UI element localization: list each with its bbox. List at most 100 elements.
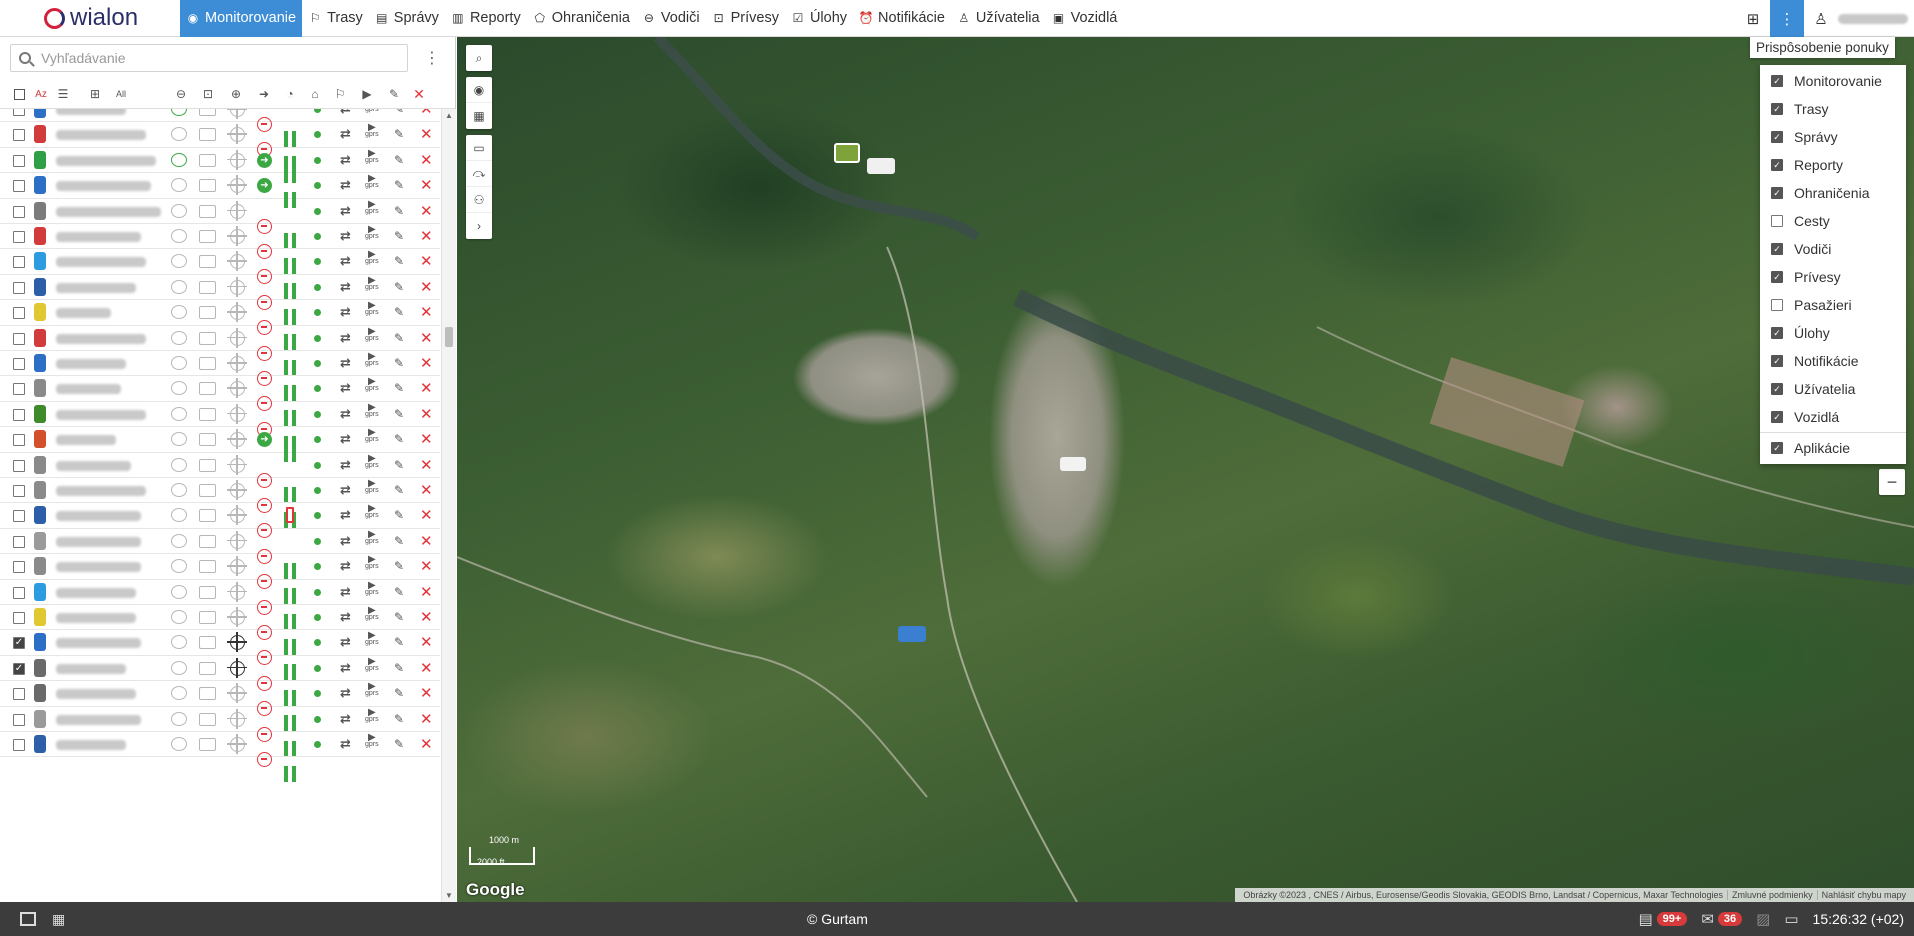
- unit-row[interactable]: ⇄ ▶gprs ✎ ✕: [0, 351, 440, 401]
- checkbox-checked[interactable]: ✓: [1771, 355, 1783, 367]
- customize-item[interactable]: Cesty: [1760, 207, 1906, 235]
- sensors-icon[interactable]: ⇄: [340, 685, 351, 701]
- map-search-icon[interactable]: ⌕: [466, 45, 492, 71]
- unit-row[interactable]: ⇄ ▶gprs ✎ ✕: [0, 326, 440, 376]
- command-arrow-icon[interactable]: ➜: [257, 152, 272, 168]
- unit-name-blurred[interactable]: [56, 181, 151, 192]
- nav-item-globe[interactable]: ◉ Monitorovanie: [180, 0, 303, 37]
- driver-icon[interactable]: [171, 406, 187, 421]
- unit-row[interactable]: ⇄ ▶gprs ✎ ✕: [0, 453, 440, 503]
- wrench-icon[interactable]: ✎: [394, 280, 404, 294]
- trailer-icon[interactable]: [199, 509, 216, 523]
- unit-row[interactable]: ➜ ⇄ ▶ gprs ✎ ✕: [0, 427, 440, 463]
- customize-item[interactable]: ✓ Ohraničenia: [1760, 179, 1906, 207]
- gprs-icon[interactable]: ▶gprs: [365, 580, 379, 596]
- unit-checkbox[interactable]: [13, 637, 25, 650]
- delete-unit-icon[interactable]: ✕: [420, 506, 433, 524]
- delete-unit-icon[interactable]: ✕: [420, 735, 433, 753]
- image-icon[interactable]: ▨: [1756, 910, 1770, 928]
- gprs-icon[interactable]: ▶gprs: [365, 148, 379, 164]
- delete-unit-icon[interactable]: ✕: [420, 608, 433, 626]
- locate-unit-icon[interactable]: [227, 505, 247, 526]
- unit-checkbox[interactable]: [13, 739, 25, 751]
- sensors-icon[interactable]: ⇄: [340, 330, 351, 346]
- unit-row[interactable]: ⇄ ▶gprs ✎ ✕: [0, 300, 440, 351]
- trailer-icon[interactable]: [199, 611, 216, 624]
- locate-unit-icon[interactable]: [227, 530, 247, 551]
- unit-row[interactable]: ⇄ ▶gprs ✎ ✕: [0, 707, 440, 757]
- unit-name-blurred[interactable]: [56, 689, 136, 700]
- driver-icon[interactable]: [171, 109, 187, 116]
- locate-unit-icon[interactable]: [227, 480, 247, 500]
- unit-name-blurred[interactable]: [56, 282, 136, 293]
- unit-name-blurred[interactable]: [56, 486, 146, 496]
- nav-item-report-chart[interactable]: ▥ Reporty: [445, 0, 527, 37]
- trailer-icon[interactable]: [199, 382, 216, 396]
- sensors-icon[interactable]: ⇄: [340, 279, 351, 295]
- driver-icon[interactable]: [171, 178, 187, 193]
- driver-icon[interactable]: [171, 254, 187, 269]
- ruler-icon[interactable]: ▭: [466, 135, 492, 161]
- user-button[interactable]: ♙: [1804, 0, 1838, 37]
- unit-checkbox[interactable]: [13, 205, 25, 218]
- gprs-icon[interactable]: ▶gprs: [365, 326, 379, 342]
- customize-item[interactable]: ✓ Reporty: [1760, 151, 1906, 179]
- wrench-icon[interactable]: ✎: [394, 661, 404, 675]
- delete-unit-icon[interactable]: ✕: [420, 176, 433, 194]
- trailer-icon[interactable]: [199, 331, 216, 345]
- unit-checkbox[interactable]: [13, 612, 25, 624]
- checkbox-checked[interactable]: ✓: [1771, 442, 1783, 454]
- checkbox-checked[interactable]: ✓: [1771, 75, 1783, 87]
- delete-unit-icon[interactable]: ✕: [420, 354, 433, 372]
- unit-checkbox[interactable]: [13, 510, 25, 523]
- delete-unit-icon[interactable]: ✕: [420, 659, 433, 677]
- wrench-icon[interactable]: ✎: [394, 508, 404, 522]
- unit-name-blurred[interactable]: [56, 130, 146, 141]
- unit-name-blurred[interactable]: [56, 384, 121, 395]
- checkbox-checked[interactable]: ✓: [1771, 411, 1783, 423]
- wrench-icon[interactable]: ✎: [394, 559, 404, 573]
- unit-name-blurred[interactable]: [56, 109, 126, 115]
- delete-unit-icon[interactable]: ✕: [420, 710, 433, 728]
- wrench-icon[interactable]: ✎: [394, 686, 404, 700]
- gprs-icon[interactable]: ▶gprs: [365, 377, 379, 393]
- locate-unit-icon[interactable]: [227, 302, 247, 323]
- sensors-icon[interactable]: ⇄: [340, 736, 351, 752]
- trailer-icon[interactable]: [199, 179, 216, 193]
- unit-row[interactable]: ⇄ ▶gprs ✎ ✕: [0, 529, 440, 579]
- unit-checkbox[interactable]: [13, 434, 25, 447]
- driver-icon[interactable]: [171, 584, 187, 599]
- customize-item[interactable]: ✓ Monitorovanie: [1760, 67, 1906, 95]
- unit-row[interactable]: ➜ ⇄ ▶ gprs ✎ ✕: [0, 173, 440, 209]
- trailer-icon[interactable]: [199, 687, 216, 701]
- locate-unit-icon[interactable]: [227, 581, 247, 602]
- wialon-logo[interactable]: wialon: [0, 0, 180, 37]
- sensors-icon[interactable]: ⇄: [340, 380, 351, 396]
- delete-column-icon[interactable]: ✕: [410, 86, 428, 102]
- wrench-icon[interactable]: ✎: [394, 483, 404, 497]
- wrench-icon[interactable]: ✎: [394, 381, 404, 395]
- report-error-link[interactable]: Nahlásiť chybu mapy: [1816, 890, 1910, 900]
- driver-icon[interactable]: [171, 203, 187, 218]
- unit-row[interactable]: ⇄ ▶gprs ✎ ✕: [0, 554, 440, 605]
- vehicle-marker-truck-green[interactable]: [834, 143, 860, 163]
- customize-menu-button[interactable]: ⋮: [1770, 0, 1804, 37]
- gprs-icon[interactable]: ▶gprs: [365, 275, 379, 291]
- command-arrow-icon[interactable]: ➜: [257, 178, 272, 194]
- unit-row[interactable]: ⇄ ▶gprs ✎ ✕: [0, 681, 440, 732]
- map-layers-icon[interactable]: ▦: [466, 103, 492, 129]
- customize-item[interactable]: ✓ Prívesy: [1760, 263, 1906, 291]
- gprs-icon[interactable]: ▶gprs: [365, 250, 379, 266]
- gprs-icon[interactable]: ▶gprs: [365, 656, 379, 672]
- gprs-icon[interactable]: ▶gprs: [365, 402, 379, 418]
- wrench-icon[interactable]: ✎: [394, 458, 404, 472]
- unit-name-blurred[interactable]: [56, 232, 141, 242]
- driver-icon[interactable]: [171, 457, 187, 472]
- wrench-icon[interactable]: ✎: [394, 229, 404, 243]
- sensors-icon[interactable]: ⇄: [340, 609, 351, 625]
- unit-checkbox[interactable]: [13, 485, 25, 497]
- customize-item[interactable]: ✓ Aplikácie: [1760, 434, 1906, 462]
- unit-checkbox[interactable]: [13, 180, 25, 193]
- card-icon[interactable]: ▭: [1784, 910, 1798, 928]
- sensors-icon[interactable]: ⇄: [340, 507, 351, 523]
